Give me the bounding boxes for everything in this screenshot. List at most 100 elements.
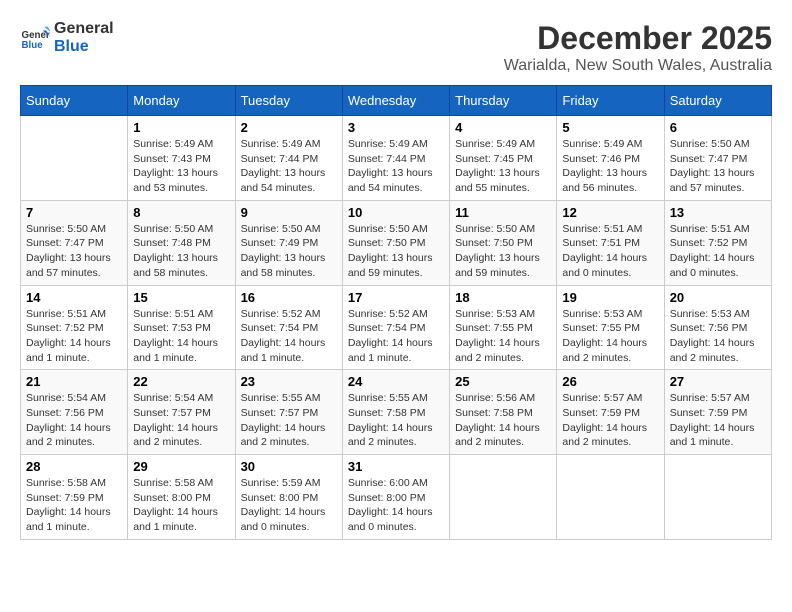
table-cell: 13 Sunrise: 5:51 AM Sunset: 7:52 PM Dayli…: [664, 200, 771, 285]
cell-content: Sunrise: 5:56 AM Sunset: 7:58 PM Dayligh…: [455, 391, 551, 450]
table-cell: 5Sunrise: 5:49 AM Sunset: 7:46 PM Daylig…: [557, 116, 664, 201]
logo-line1: General: [54, 20, 114, 38]
week-row-4: 21 Sunrise: 5:54 AM Sunset: 7:56 PM Dayli…: [21, 370, 772, 455]
logo: General Blue General Blue: [20, 20, 114, 55]
table-cell: 24 Sunrise: 5:55 AM Sunset: 7:58 PM Dayli…: [342, 370, 449, 455]
header-day-thursday: Thursday: [450, 86, 557, 116]
cell-content: Sunrise: 5:58 AM Sunset: 7:59 PM Dayligh…: [26, 476, 122, 535]
day-number: 11: [455, 205, 551, 220]
table-cell: [21, 116, 128, 201]
day-number: 18: [455, 290, 551, 305]
table-cell: 22Sunrise: 5:54 AM Sunset: 7:57 PM Dayli…: [128, 370, 235, 455]
logo-icon: General Blue: [20, 23, 50, 53]
cell-content: Sunrise: 5:53 AM Sunset: 7:55 PM Dayligh…: [455, 307, 551, 366]
table-cell: 3 Sunrise: 5:49 AM Sunset: 7:44 PM Daylig…: [342, 116, 449, 201]
cell-content: Sunrise: 5:50 AM Sunset: 7:50 PM Dayligh…: [455, 222, 551, 281]
day-number: 19: [562, 290, 658, 305]
cell-content: Sunrise: 5:51 AM Sunset: 7:53 PM Dayligh…: [133, 307, 229, 366]
cell-content: Sunrise: 5:53 AM Sunset: 7:55 PM Dayligh…: [562, 307, 658, 366]
header-day-sunday: Sunday: [21, 86, 128, 116]
table-cell: 19 Sunrise: 5:53 AM Sunset: 7:55 PM Dayli…: [557, 285, 664, 370]
day-number: 9: [241, 205, 337, 220]
day-number: 3: [348, 120, 444, 135]
table-cell: [664, 455, 771, 540]
cell-content: Sunrise: 5:54 AM Sunset: 7:57 PM Dayligh…: [133, 391, 229, 450]
day-number: 12: [562, 205, 658, 220]
cell-content: Sunrise: 5:49 AM Sunset: 7:44 PM Dayligh…: [348, 137, 444, 196]
week-row-1: 1Sunrise: 5:49 AM Sunset: 7:43 PM Daylig…: [21, 116, 772, 201]
cell-content: Sunrise: 5:49 AM Sunset: 7:44 PM Dayligh…: [241, 137, 337, 196]
table-cell: 9 Sunrise: 5:50 AM Sunset: 7:49 PM Daylig…: [235, 200, 342, 285]
table-cell: 10 Sunrise: 5:50 AM Sunset: 7:50 PM Dayli…: [342, 200, 449, 285]
day-number: 30: [241, 459, 337, 474]
table-cell: 21 Sunrise: 5:54 AM Sunset: 7:56 PM Dayli…: [21, 370, 128, 455]
cell-content: Sunrise: 5:49 AM Sunset: 7:45 PM Dayligh…: [455, 137, 551, 196]
month-title: December 2025: [504, 20, 772, 57]
cell-content: Sunrise: 5:50 AM Sunset: 7:50 PM Dayligh…: [348, 222, 444, 281]
cell-content: Sunrise: 5:54 AM Sunset: 7:56 PM Dayligh…: [26, 391, 122, 450]
table-cell: 31 Sunrise: 6:00 AM Sunset: 8:00 PM Dayli…: [342, 455, 449, 540]
day-number: 23: [241, 374, 337, 389]
day-number: 25: [455, 374, 551, 389]
day-number: 7: [26, 205, 122, 220]
cell-content: Sunrise: 5:55 AM Sunset: 7:58 PM Dayligh…: [348, 391, 444, 450]
day-number: 20: [670, 290, 766, 305]
cell-content: Sunrise: 5:51 AM Sunset: 7:52 PM Dayligh…: [670, 222, 766, 281]
table-cell: 11 Sunrise: 5:50 AM Sunset: 7:50 PM Dayli…: [450, 200, 557, 285]
title-area: December 2025 Warialda, New South Wales,…: [504, 20, 772, 75]
cell-content: Sunrise: 5:52 AM Sunset: 7:54 PM Dayligh…: [241, 307, 337, 366]
cell-content: Sunrise: 5:52 AM Sunset: 7:54 PM Dayligh…: [348, 307, 444, 366]
svg-text:Blue: Blue: [22, 39, 44, 50]
day-number: 27: [670, 374, 766, 389]
day-number: 13: [670, 205, 766, 220]
header-day-wednesday: Wednesday: [342, 86, 449, 116]
cell-content: Sunrise: 5:59 AM Sunset: 8:00 PM Dayligh…: [241, 476, 337, 535]
table-cell: 23 Sunrise: 5:55 AM Sunset: 7:57 PM Dayli…: [235, 370, 342, 455]
day-number: 10: [348, 205, 444, 220]
day-number: 24: [348, 374, 444, 389]
day-number: 4: [455, 120, 551, 135]
day-number: 5: [562, 120, 658, 135]
cell-content: Sunrise: 5:57 AM Sunset: 7:59 PM Dayligh…: [562, 391, 658, 450]
table-cell: 15Sunrise: 5:51 AM Sunset: 7:53 PM Dayli…: [128, 285, 235, 370]
day-number: 17: [348, 290, 444, 305]
cell-content: Sunrise: 5:50 AM Sunset: 7:49 PM Dayligh…: [241, 222, 337, 281]
table-cell: 26 Sunrise: 5:57 AM Sunset: 7:59 PM Dayli…: [557, 370, 664, 455]
table-cell: [557, 455, 664, 540]
location-title: Warialda, New South Wales, Australia: [504, 57, 772, 75]
header-day-tuesday: Tuesday: [235, 86, 342, 116]
table-cell: 14 Sunrise: 5:51 AM Sunset: 7:52 PM Dayli…: [21, 285, 128, 370]
table-cell: 8Sunrise: 5:50 AM Sunset: 7:48 PM Daylig…: [128, 200, 235, 285]
table-cell: 27Sunrise: 5:57 AM Sunset: 7:59 PM Dayli…: [664, 370, 771, 455]
day-number: 21: [26, 374, 122, 389]
day-number: 14: [26, 290, 122, 305]
cell-content: Sunrise: 5:50 AM Sunset: 7:47 PM Dayligh…: [26, 222, 122, 281]
table-cell: 28Sunrise: 5:58 AM Sunset: 7:59 PM Dayli…: [21, 455, 128, 540]
day-number: 8: [133, 205, 229, 220]
week-row-3: 14 Sunrise: 5:51 AM Sunset: 7:52 PM Dayli…: [21, 285, 772, 370]
week-row-2: 7 Sunrise: 5:50 AM Sunset: 7:47 PM Daylig…: [21, 200, 772, 285]
day-number: 26: [562, 374, 658, 389]
day-number: 16: [241, 290, 337, 305]
day-number: 2: [241, 120, 337, 135]
cell-content: Sunrise: 5:58 AM Sunset: 8:00 PM Dayligh…: [133, 476, 229, 535]
cell-content: Sunrise: 5:55 AM Sunset: 7:57 PM Dayligh…: [241, 391, 337, 450]
day-number: 29: [133, 459, 229, 474]
cell-content: Sunrise: 6:00 AM Sunset: 8:00 PM Dayligh…: [348, 476, 444, 535]
table-cell: 2 Sunrise: 5:49 AM Sunset: 7:44 PM Daylig…: [235, 116, 342, 201]
calendar-table: SundayMondayTuesdayWednesdayThursdayFrid…: [20, 85, 772, 540]
cell-content: Sunrise: 5:51 AM Sunset: 7:52 PM Dayligh…: [26, 307, 122, 366]
table-cell: 20Sunrise: 5:53 AM Sunset: 7:56 PM Dayli…: [664, 285, 771, 370]
table-cell: 16 Sunrise: 5:52 AM Sunset: 7:54 PM Dayli…: [235, 285, 342, 370]
table-cell: 1Sunrise: 5:49 AM Sunset: 7:43 PM Daylig…: [128, 116, 235, 201]
logo-line2: Blue: [54, 38, 114, 56]
day-number: 31: [348, 459, 444, 474]
table-cell: 30 Sunrise: 5:59 AM Sunset: 8:00 PM Dayli…: [235, 455, 342, 540]
table-cell: 4 Sunrise: 5:49 AM Sunset: 7:45 PM Daylig…: [450, 116, 557, 201]
cell-content: Sunrise: 5:51 AM Sunset: 7:51 PM Dayligh…: [562, 222, 658, 281]
table-cell: 6Sunrise: 5:50 AM Sunset: 7:47 PM Daylig…: [664, 116, 771, 201]
header-day-friday: Friday: [557, 86, 664, 116]
table-cell: 29 Sunrise: 5:58 AM Sunset: 8:00 PM Dayli…: [128, 455, 235, 540]
table-cell: 25 Sunrise: 5:56 AM Sunset: 7:58 PM Dayli…: [450, 370, 557, 455]
header: General Blue General Blue December 2025 …: [20, 20, 772, 75]
